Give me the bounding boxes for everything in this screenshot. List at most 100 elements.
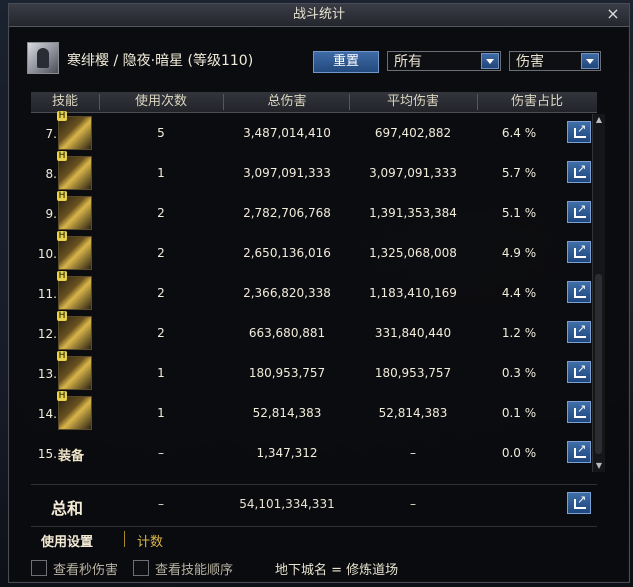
- chevron-down-icon: [581, 53, 599, 69]
- share-icon[interactable]: [567, 492, 591, 514]
- uses-cell: 2: [157, 326, 165, 340]
- table-row: 14. 1 52,814,383 52,814,383 0.1 %: [31, 391, 597, 434]
- share-icon[interactable]: [567, 121, 591, 143]
- reset-button[interactable]: 重置: [313, 51, 379, 73]
- total-label: 总和: [51, 499, 84, 518]
- dps-label: 查看秒伤害: [53, 563, 119, 578]
- uses-cell: 2: [157, 246, 165, 260]
- table-scrollbar[interactable]: ▲ ▼: [592, 114, 605, 472]
- share-cell: 0.1 %: [501, 406, 537, 420]
- share-cell: 5.1 %: [501, 206, 537, 220]
- character-avatar: [27, 42, 59, 74]
- dps-checkbox[interactable]: [31, 560, 47, 576]
- total-damage-sum: 54,101,334,331: [239, 497, 335, 511]
- total-damage-cell: 3,487,014,410: [243, 126, 331, 140]
- share-icon[interactable]: [567, 281, 591, 303]
- chevron-down-icon: [481, 53, 499, 69]
- skill-table-body: 7. 5 3,487,014,410 697,402,882 6.4 % 8. …: [31, 111, 597, 478]
- share-icon[interactable]: [567, 241, 591, 263]
- share-icon[interactable]: [567, 401, 591, 423]
- footer-bar: 查看秒伤害 查看技能顺序 地下城名 = 修炼道场: [9, 556, 629, 582]
- total-damage-cell: 180,953,757: [248, 366, 326, 380]
- character-name: 寒绯樱 / 隐夜·暗星 (等级110): [67, 53, 254, 69]
- dungeon-name: 地下城名 = 修炼道场: [275, 563, 399, 578]
- avg-damage-cell: –: [410, 446, 416, 460]
- total-damage-cell: 52,814,383: [252, 406, 322, 420]
- avg-damage-cell: 3,097,091,333: [369, 166, 457, 180]
- tab-settings[interactable]: 使用设置: [41, 531, 93, 550]
- lightning-slash-skill-icon: [57, 111, 92, 150]
- table-header: 技能 使用次数 总伤害 平均伤害 伤害占比: [31, 92, 597, 113]
- avg-damage-cell: 1,325,068,008: [369, 246, 457, 260]
- column-divider: [223, 94, 224, 110]
- table-row: 10. 2 2,650,136,016 1,325,068,008 4.9 %: [31, 231, 597, 274]
- row-index: 11.: [37, 287, 57, 301]
- uses-cell: 2: [157, 206, 165, 220]
- col-skill: 技能: [51, 94, 78, 109]
- share-cell: 5.7 %: [501, 166, 537, 180]
- total-avg: –: [410, 497, 416, 511]
- scroll-thumb[interactable]: [595, 274, 602, 454]
- twin-blade-skill-icon: [57, 391, 92, 430]
- total-row: 总和 – 54,101,334,331 –: [31, 484, 597, 525]
- scroll-up-icon[interactable]: ▲: [593, 114, 605, 126]
- lightning-claw-skill-icon: [57, 271, 92, 310]
- share-cell: 4.4 %: [501, 286, 537, 300]
- share-cell: 0.0 %: [501, 446, 537, 460]
- uses-cell: 2: [157, 286, 165, 300]
- bottom-tabs: 使用设置 计数: [31, 526, 597, 551]
- tab-count[interactable]: 计数: [137, 531, 163, 550]
- filter-dropdown-value: 所有: [394, 54, 422, 70]
- skill-order-checkbox[interactable]: [133, 560, 149, 576]
- table-row: 8. 1 3,097,091,333 3,097,091,333 5.7 %: [31, 151, 597, 194]
- column-divider: [477, 94, 478, 110]
- share-icon[interactable]: [567, 361, 591, 383]
- table-row: 7. 5 3,487,014,410 697,402,882 6.4 %: [31, 111, 597, 154]
- tab-divider: [124, 531, 125, 547]
- uses-cell: 5: [157, 126, 165, 140]
- column-divider: [99, 94, 100, 110]
- row-index: 7.: [45, 127, 57, 141]
- table-row: 11. 2 2,366,820,338 1,183,410,169 4.4 %: [31, 271, 597, 314]
- scroll-down-icon[interactable]: ▼: [593, 460, 605, 472]
- row-index: 13.: [37, 367, 57, 381]
- filter-dropdown[interactable]: 所有: [387, 51, 501, 71]
- row-index: 15.: [37, 447, 57, 461]
- share-icon[interactable]: [567, 161, 591, 183]
- row-index: 10.: [37, 247, 57, 261]
- avg-damage-cell: 697,402,882: [374, 126, 452, 140]
- uses-cell: 1: [157, 166, 165, 180]
- col-uses: 使用次数: [134, 94, 187, 109]
- row-index: 8.: [45, 167, 57, 181]
- row-index: 9.: [45, 207, 57, 221]
- col-total: 总伤害: [267, 94, 307, 109]
- column-divider: [349, 94, 350, 110]
- uses-cell: –: [158, 446, 164, 460]
- row-index: 12.: [37, 327, 57, 341]
- burst-star-skill-icon: [57, 151, 92, 190]
- mode-dropdown-value: 伤害: [516, 54, 544, 70]
- close-icon[interactable]: ×: [605, 6, 621, 22]
- avg-damage-cell: 52,814,383: [378, 406, 448, 420]
- window-titlebar[interactable]: 战斗统计 ×: [9, 4, 629, 27]
- share-cell: 1.2 %: [501, 326, 537, 340]
- share-cell: 6.4 %: [501, 126, 537, 140]
- total-damage-cell: 3,097,091,333: [243, 166, 331, 180]
- avg-damage-cell: 331,840,440: [374, 326, 452, 340]
- explosion-skill-icon: [57, 351, 92, 390]
- share-icon[interactable]: [567, 201, 591, 223]
- row-index: 14.: [37, 407, 57, 421]
- share-cell: 4.9 %: [501, 246, 537, 260]
- table-row: 12. 2 663,680,881 331,840,440 1.2 %: [31, 311, 597, 354]
- battle-stats-window: 战斗统计 × 寒绯樱 / 隐夜·暗星 (等级110) 重置 所有 伤害 技能 使…: [8, 3, 630, 583]
- window-title: 战斗统计: [292, 7, 345, 22]
- table-row: 9. 2 2,782,706,768 1,391,353,384 5.1 %: [31, 191, 597, 234]
- share-icon[interactable]: [567, 441, 591, 463]
- dagger-strike-skill-icon: [57, 311, 92, 350]
- uses-cell: 1: [157, 366, 165, 380]
- share-icon[interactable]: [567, 321, 591, 343]
- skill-order-label: 查看技能顺序: [155, 563, 234, 578]
- total-damage-cell: 2,366,820,338: [243, 286, 331, 300]
- mode-dropdown[interactable]: 伤害: [509, 51, 601, 71]
- total-uses: –: [158, 497, 164, 511]
